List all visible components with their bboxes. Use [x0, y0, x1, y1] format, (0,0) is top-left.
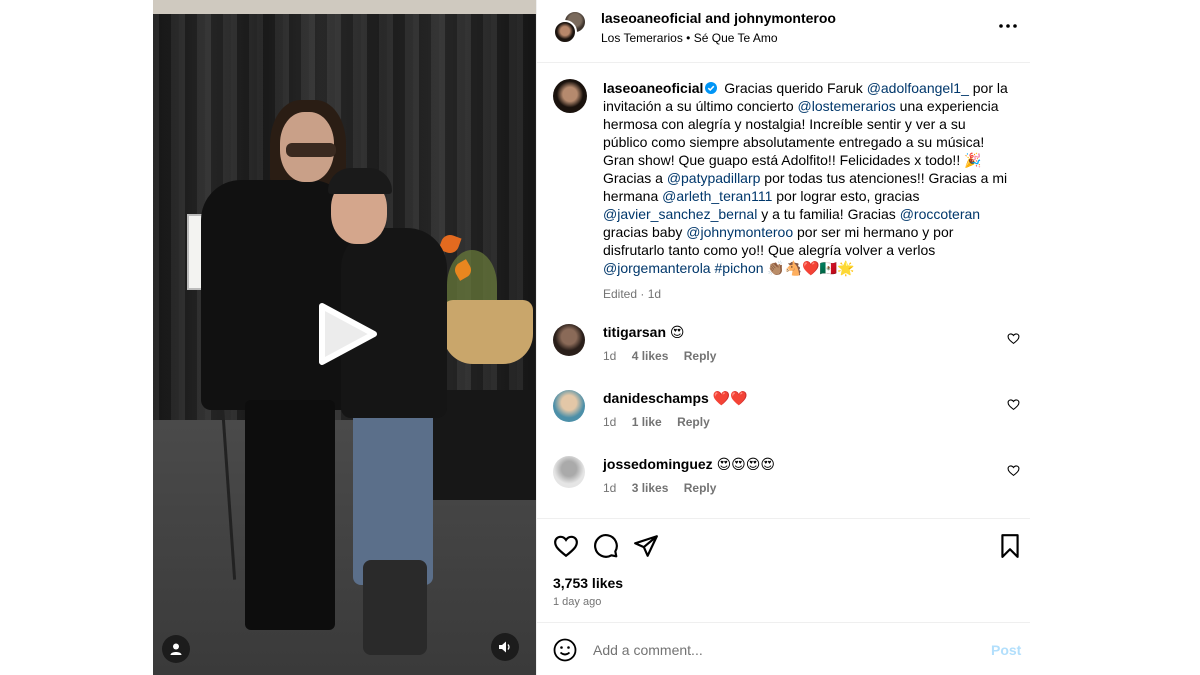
audio-track: Sé Que Te Amo [693, 31, 778, 45]
post-authors: laseoaneoficial and johnymonteroo [601, 10, 836, 26]
comment-text: 😍 [669, 324, 685, 340]
comment-likes[interactable]: 4 likes [632, 349, 669, 363]
reply-button[interactable]: Reply [684, 349, 717, 363]
comment-text: ❤️❤️ [712, 390, 748, 406]
caption-text: laseoaneoficial Gracias querido Faruk @a… [603, 79, 1009, 303]
comment-item: danideschamps ❤️❤️ 1d 1 like Reply [553, 390, 1023, 440]
comment-body: jossedominguez 😍😍😍😍 [603, 456, 775, 473]
heart-icon[interactable] [1007, 398, 1020, 411]
heart-icon[interactable] [553, 533, 579, 559]
avatar[interactable] [553, 324, 585, 356]
comment-time: 1d [603, 481, 617, 495]
audio-artist: Los Temerarios [601, 31, 683, 45]
heart-icon[interactable] [1007, 464, 1020, 477]
author-link[interactable]: laseoaneoficial [601, 10, 701, 26]
woman-jeans [353, 405, 433, 585]
mention-link[interactable]: @javier_sanchez_bernal [603, 206, 757, 222]
caption-segment: 👏🏽🐴❤️🇲🇽🌟 [763, 260, 855, 276]
comment-input[interactable] [593, 637, 963, 663]
comment-username[interactable]: jossedominguez [603, 456, 713, 472]
mention-link[interactable]: @lostemerarios [798, 98, 896, 114]
mention-link[interactable]: @arleth_teran111 [662, 188, 772, 204]
coauthor-link[interactable]: johnymonteroo [734, 10, 836, 26]
caption-segment: Gracias querido Faruk [724, 80, 867, 96]
verified-icon [705, 80, 718, 94]
heart-icon[interactable] [1007, 332, 1020, 345]
caption-meta: Edited · 1d [603, 285, 1009, 303]
ceiling [153, 0, 536, 14]
comment-meta: 1d 3 likes Reply [603, 481, 728, 495]
reply-button[interactable]: Reply [677, 415, 710, 429]
woman-cap [328, 168, 392, 194]
comment-meta: 1d 1 like Reply [603, 415, 722, 429]
avatar[interactable] [553, 79, 587, 113]
caption-segment: gracias baby [603, 224, 687, 240]
man-jacket [201, 180, 351, 410]
caption-username[interactable]: laseoaneoficial [603, 80, 703, 96]
comment-likes[interactable]: 1 like [632, 415, 662, 429]
comment-icon[interactable] [593, 533, 619, 559]
avatar [553, 20, 577, 44]
post-media[interactable] [153, 0, 536, 675]
bookmark-icon[interactable] [997, 533, 1023, 559]
post-side-panel: laseoaneoficial and johnymonteroo Los Te… [536, 0, 1030, 675]
edited-time: 1d [647, 287, 662, 301]
comment-text: 😍😍😍😍 [716, 456, 775, 472]
edited-separator: · [640, 287, 645, 301]
caption-segment: y a tu familia! Gracias [757, 206, 900, 222]
post-header: laseoaneoficial and johnymonteroo Los Te… [537, 0, 1030, 63]
avatar[interactable] [553, 390, 585, 422]
comment-time: 1d [603, 349, 617, 363]
gift-basket [443, 300, 533, 364]
avatar[interactable] [553, 456, 585, 488]
post-comment-button[interactable]: Post [991, 642, 1021, 658]
likes-count[interactable]: 3,753 likes [553, 575, 623, 591]
audio-attribution[interactable]: Los Temerarios • Sé Que Te Amo [601, 31, 778, 45]
play-icon[interactable] [312, 300, 380, 368]
comment-body: danideschamps ❤️❤️ [603, 390, 748, 407]
comment-likes[interactable]: 3 likes [632, 481, 669, 495]
sunglasses [286, 143, 336, 157]
woman-boots [363, 560, 427, 655]
comment-meta: 1d 4 likes Reply [603, 349, 728, 363]
mention-link[interactable]: @patypadillarp [667, 170, 761, 186]
comment-username[interactable]: danideschamps [603, 390, 709, 406]
edited-label: Edited [603, 287, 638, 301]
hashtag-link[interactable]: #pichon [715, 260, 764, 276]
caption-segment: por lograr esto, gracias [772, 188, 920, 204]
audio-separator: • [686, 31, 691, 45]
and-separator: and [705, 10, 731, 26]
comment-item: jossedominguez 😍😍😍😍 1d 3 likes Reply [553, 456, 1023, 506]
reply-button[interactable]: Reply [684, 481, 717, 495]
comment-composer: Post [537, 622, 1030, 675]
more-icon[interactable] [993, 16, 1023, 36]
comment-time: 1d [603, 415, 617, 429]
mention-link[interactable]: @adolfoangel1_ [867, 80, 969, 96]
mention-link[interactable]: @johnymonteroo [686, 224, 793, 240]
post-actions: 3,753 likes 1 day ago [537, 518, 1030, 622]
mention-link[interactable]: @jorgemanterola [603, 260, 711, 276]
coauthor-avatars[interactable] [553, 10, 587, 44]
share-icon[interactable] [633, 533, 659, 559]
comment-item: titigarsan 😍 1d 4 likes Reply [553, 324, 1023, 374]
user-icon[interactable] [162, 635, 190, 663]
post-timestamp[interactable]: 1 day ago [553, 596, 601, 608]
emoji-icon[interactable] [553, 638, 577, 662]
comment-body: titigarsan 😍 [603, 324, 685, 341]
mention-link[interactable]: @roccoteran [900, 206, 980, 222]
comment-username[interactable]: titigarsan [603, 324, 666, 340]
man-legs [245, 400, 335, 630]
speaker-icon[interactable] [491, 633, 519, 661]
